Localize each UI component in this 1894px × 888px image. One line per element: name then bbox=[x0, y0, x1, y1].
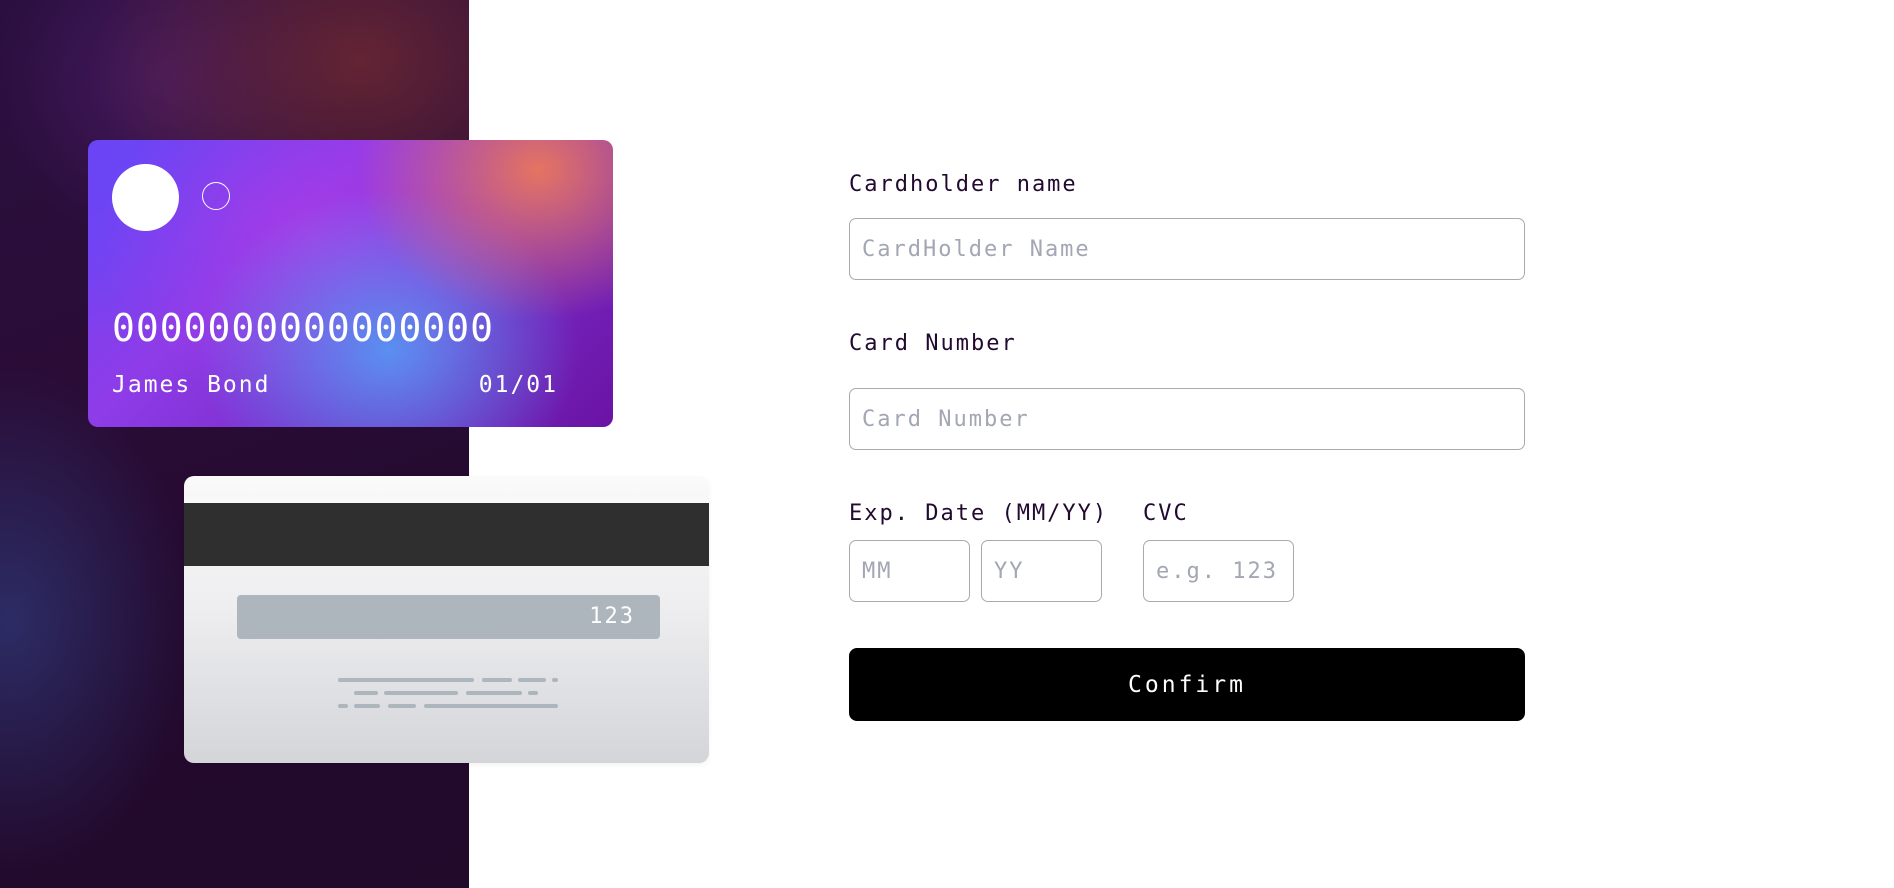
card-back-cvc: 123 bbox=[589, 604, 635, 629]
card-logo-filled-circle bbox=[112, 164, 179, 231]
magnetic-stripe bbox=[184, 503, 709, 566]
card-logo-outline-circle bbox=[202, 182, 230, 210]
cvc-label: CVC bbox=[1143, 501, 1189, 526]
cvc-input[interactable] bbox=[1143, 540, 1294, 602]
expiry-month-input[interactable] bbox=[849, 540, 970, 602]
card-back: 123 bbox=[184, 476, 709, 763]
card-back-fine-print bbox=[338, 676, 558, 716]
signature-strip: 123 bbox=[237, 595, 660, 639]
card-front-number: 0000000000000000 bbox=[112, 306, 495, 350]
card-number-label: Card Number bbox=[849, 331, 1017, 356]
card-front-expiry: 01/01 bbox=[478, 372, 558, 398]
confirm-button[interactable]: Confirm bbox=[849, 648, 1525, 721]
expiry-date-label: Exp. Date (MM/YY) bbox=[849, 501, 1109, 526]
cardholder-name-input[interactable] bbox=[849, 218, 1525, 280]
card-details-form: Cardholder name Card Number Exp. Date (M… bbox=[849, 0, 1525, 888]
card-number-input[interactable] bbox=[849, 388, 1525, 450]
expiry-year-input[interactable] bbox=[981, 540, 1102, 602]
card-front-holder-name: James Bond bbox=[112, 372, 271, 398]
card-front: 0000000000000000 James Bond 01/01 bbox=[88, 140, 613, 427]
cardholder-name-label: Cardholder name bbox=[849, 172, 1078, 197]
